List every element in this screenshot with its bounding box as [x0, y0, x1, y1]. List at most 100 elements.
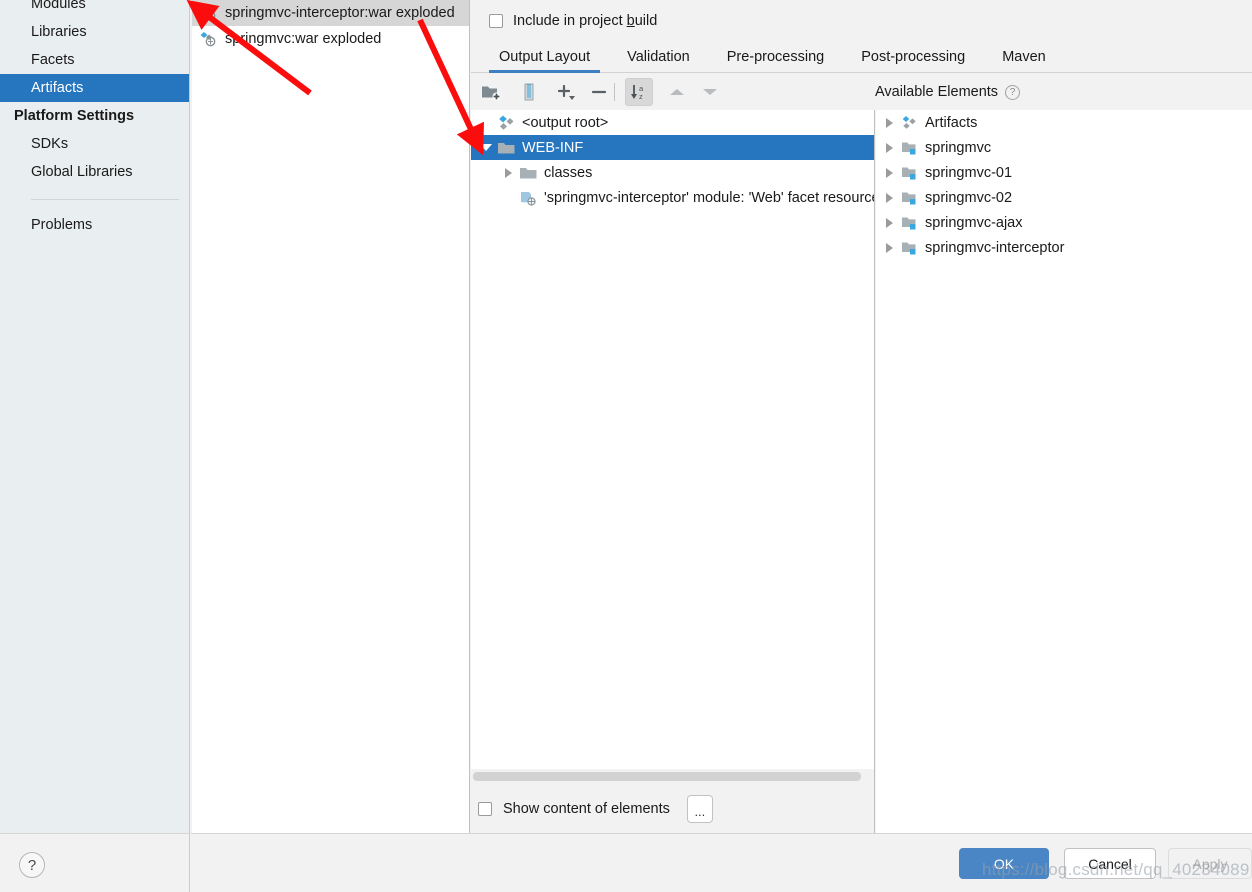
move-up-icon[interactable]	[663, 78, 691, 106]
project-structure-dialog: Modules Libraries Facets Artifacts Platf…	[0, 0, 1252, 892]
create-archive-icon[interactable]	[515, 78, 543, 106]
sidebar-item-facets[interactable]: Facets	[0, 46, 189, 74]
settings-sidebar: Modules Libraries Facets Artifacts Platf…	[0, 0, 190, 833]
tree-node-web-inf[interactable]: WEB-INF	[471, 135, 874, 160]
tab-maven[interactable]: Maven	[992, 49, 1056, 72]
tree-node-springmvc-02[interactable]: springmvc-02	[876, 185, 1252, 210]
sidebar-item-label: Libraries	[31, 24, 87, 40]
sidebar-footer: ?	[0, 833, 190, 892]
tree-node-label: Artifacts	[925, 114, 978, 131]
tree-node-label: springmvc-01	[925, 164, 1013, 181]
chevron-right-icon[interactable]	[878, 217, 900, 228]
sidebar-item-label: Facets	[31, 52, 75, 68]
tab-validation[interactable]: Validation	[617, 49, 700, 72]
sidebar-item-modules[interactable]: Modules	[0, 0, 189, 18]
include-in-build-row: Include in project build	[471, 0, 1252, 42]
list-item[interactable]: springmvc:war exploded	[192, 26, 469, 52]
tab-post-processing[interactable]: Post-processing	[851, 49, 975, 72]
artifact-name: springmvc:war exploded	[225, 31, 382, 47]
chevron-right-icon[interactable]	[878, 142, 900, 153]
sidebar-item-label: Modules	[31, 0, 86, 12]
help-icon[interactable]: ?	[19, 852, 45, 878]
chevron-right-icon[interactable]	[878, 242, 900, 253]
chevron-right-icon[interactable]	[497, 167, 519, 178]
sidebar-divider	[31, 199, 179, 200]
chevron-right-icon[interactable]	[878, 167, 900, 178]
available-elements-tree: Artifacts springmvc springmvc-01 springm…	[876, 110, 1252, 833]
sidebar-item-label: Artifacts	[31, 80, 84, 96]
include-in-build-checkbox[interactable]	[489, 14, 503, 28]
module-icon	[900, 240, 920, 256]
scrollbar-thumb[interactable]	[473, 772, 861, 781]
module-icon	[900, 165, 920, 181]
add-icon[interactable]	[552, 78, 580, 106]
tree-node-springmvc[interactable]: springmvc	[876, 135, 1252, 160]
tab-label: Pre-processing	[726, 49, 825, 65]
available-elements-help-icon[interactable]: ?	[1005, 84, 1021, 100]
module-icon	[900, 140, 920, 156]
toolbar-separator	[614, 83, 615, 101]
tab-output-layout[interactable]: Output Layout	[489, 49, 601, 73]
sidebar-item-sdks[interactable]: SDKs	[0, 130, 189, 158]
folder-icon	[497, 140, 517, 156]
sidebar-item-problems[interactable]: Problems	[0, 211, 189, 239]
artifact-icon	[199, 31, 219, 47]
list-item[interactable]: springmvc-interceptor:war exploded	[192, 0, 469, 26]
show-content-checkbox[interactable]	[478, 801, 492, 816]
tree-node-springmvc-ajax[interactable]: springmvc-ajax	[876, 210, 1252, 235]
help-glyph: ?	[27, 857, 37, 874]
tree-node-springmvc-interceptor[interactable]: springmvc-interceptor	[876, 235, 1252, 260]
sidebar-item-label: Problems	[31, 217, 93, 233]
sort-alphabetically-icon[interactable]: a z	[625, 78, 653, 106]
chevron-down-icon[interactable]	[475, 144, 497, 151]
tab-pre-processing[interactable]: Pre-processing	[717, 49, 835, 72]
sidebar-item-label: SDKs	[31, 136, 69, 152]
tree-node-label: springmvc	[925, 139, 992, 156]
sidebar-item-label: Global Libraries	[31, 164, 133, 180]
tree-node-facet-resources[interactable]: 'springmvc-interceptor' module: 'Web' fa…	[471, 185, 874, 210]
chevron-right-icon[interactable]	[878, 117, 900, 128]
tree-node-label: 'springmvc-interceptor' module: 'Web' fa…	[544, 189, 875, 206]
show-content-options-button[interactable]: ...	[686, 794, 713, 823]
watermark-text: https://blog.csdn.net/qq_40234089	[982, 860, 1250, 879]
show-content-label: Show content of elements	[503, 800, 670, 817]
tree-node-label: <output root>	[522, 114, 609, 131]
tree-node-label: WEB-INF	[522, 139, 584, 156]
module-icon	[900, 215, 920, 231]
include-in-build-label: Include in project build	[513, 13, 658, 29]
remove-icon[interactable]	[585, 78, 613, 106]
chevron-right-icon[interactable]	[878, 192, 900, 203]
facet-resource-icon	[519, 190, 539, 206]
svg-text:z: z	[639, 92, 643, 101]
sidebar-item-global-libraries[interactable]: Global Libraries	[0, 158, 189, 186]
artifact-editor-panel: Include in project build Output Layout V…	[471, 0, 1252, 833]
tab-label: Output Layout	[499, 49, 591, 65]
tree-node-output-root[interactable]: <output root>	[471, 110, 874, 135]
artifact-icon	[497, 115, 517, 131]
tab-label: Validation	[627, 49, 690, 65]
move-down-icon[interactable]	[696, 78, 724, 106]
folder-icon	[519, 165, 539, 181]
tree-horizontal-scrollbar[interactable]	[471, 769, 875, 784]
sidebar-item-libraries[interactable]: Libraries	[0, 18, 189, 46]
show-content-row: Show content of elements ...	[471, 784, 875, 833]
available-elements-title: Available Elements	[875, 84, 999, 100]
output-layout-toolbar: a z Available Elements ?	[471, 74, 1252, 110]
sidebar-item-artifacts[interactable]: Artifacts	[0, 74, 189, 102]
tree-node-artifacts[interactable]: Artifacts	[876, 110, 1252, 135]
available-elements-header: Available Elements ?	[875, 74, 1252, 110]
artifact-tabs: Output Layout Validation Pre-processing …	[471, 42, 1252, 73]
output-layout-tree: <output root> WEB-INF classes 'springmvc…	[471, 110, 875, 769]
tree-node-label: springmvc-ajax	[925, 214, 1023, 231]
artifact-name: springmvc-interceptor:war exploded	[225, 5, 455, 21]
artifact-icon	[199, 5, 219, 21]
tree-node-label: springmvc-interceptor	[925, 239, 1065, 256]
tab-label: Maven	[1002, 49, 1046, 65]
tree-node-classes[interactable]: classes	[471, 160, 874, 185]
tree-node-label: classes	[544, 164, 593, 181]
tree-node-springmvc-01[interactable]: springmvc-01	[876, 160, 1252, 185]
sidebar-section-platform-settings: Platform Settings	[0, 102, 189, 130]
sidebar-section-label: Platform Settings	[14, 108, 135, 124]
create-directory-icon[interactable]	[477, 78, 505, 106]
module-icon	[900, 190, 920, 206]
